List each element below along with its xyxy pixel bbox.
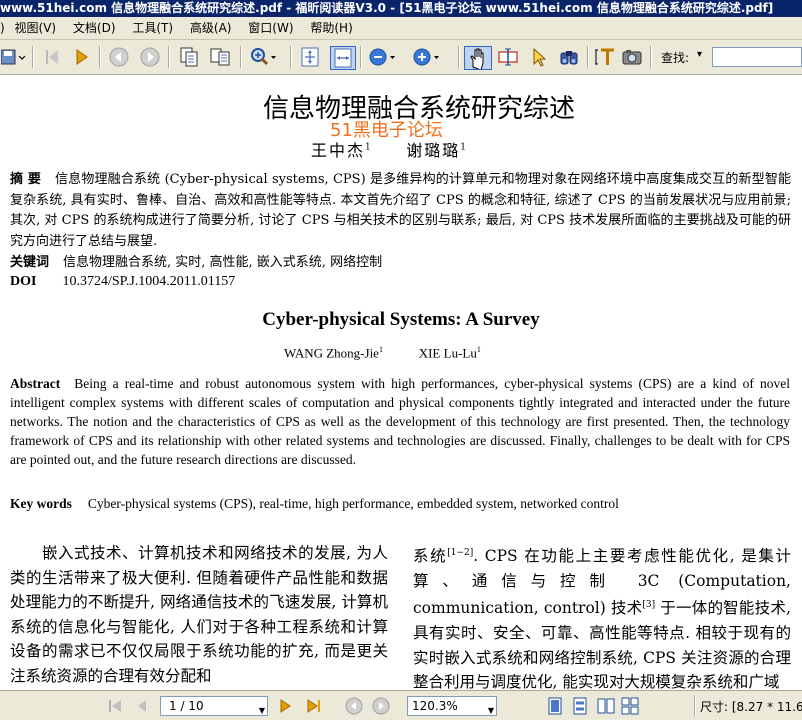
menu-item-advanced[interactable]: 高级(A) (190, 17, 232, 39)
menu-item-window[interactable]: 窗口(W) (248, 17, 293, 39)
zoom-out-icon[interactable] (367, 46, 397, 68)
menu-item-document[interactable]: 文档(D) (73, 17, 116, 39)
window-title-bar: www.51hei.com 信息物理融合系统研究综述.pdf - 福昕阅读器V3… (0, 0, 802, 17)
author-affiliation-mark: 1 (476, 345, 481, 354)
doi-line: DOI 10.3724/SP.J.1004.2011.01157 (10, 274, 235, 290)
facing-view-icon[interactable] (597, 697, 615, 715)
authors-cn: 王中杰1 谢璐璐1 (311, 137, 466, 161)
authors-en: WANG Zhong-Jie1 XIE Lu-Lu1 (284, 345, 481, 361)
menu-bar: ) 视图(V) 文档(D) 工具(T) 高级(A) 窗口(W) 帮助(H) (0, 17, 802, 40)
body-column-right: 系统[1−2]. CPS 在功能上主要考虑性能优化, 是集计算、通信与控制 3C… (413, 541, 791, 690)
back-icon[interactable] (345, 697, 363, 715)
save-icon[interactable] (0, 46, 28, 68)
snapshot-camera-icon[interactable] (620, 46, 644, 68)
menu-item-help[interactable]: 帮助(H) (310, 17, 352, 39)
abstract-en-text: Being a real-time and robust autonomous … (10, 376, 790, 467)
menu-item-view[interactable]: 视图(V) (15, 17, 57, 39)
author-name-en: WANG Zhong-Jie (284, 345, 379, 361)
toolbar-separator (360, 46, 362, 68)
status-bar: 1 / 10 ▼ 120.3% ▼ 尺寸: [8.27 * 11.6 (0, 690, 802, 720)
toolbar: 查找: ▾ (0, 40, 802, 75)
back-icon[interactable] (107, 46, 131, 68)
hand-tool-icon[interactable] (464, 46, 492, 70)
continuous-facing-view-icon[interactable] (621, 697, 639, 715)
page-copy-icon[interactable] (177, 46, 201, 68)
keywords-en-text: Cyber-physical systems (CPS), real-time,… (87, 496, 619, 511)
abstract-cn-label: 摘 要 (10, 172, 42, 187)
toolbar-separator (587, 46, 589, 68)
window-title: www.51hei.com 信息物理融合系统研究综述.pdf - 福昕阅读器V3… (0, 1, 774, 15)
page-number-field[interactable]: 1 / 10 ▼ (160, 696, 268, 716)
select-text-icon[interactable] (496, 46, 520, 68)
body-column-left: 嵌入式技术、计算机技术和网络技术的发展, 为人类的生活带来了极大便利. 但随着硬… (10, 544, 388, 685)
fit-width-icon[interactable] (330, 46, 356, 70)
citation-ref: [1−2] (447, 548, 474, 558)
toolbar-separator (458, 46, 460, 68)
keywords-cn-label: 关键词 (10, 255, 50, 270)
toolbar-separator (32, 46, 34, 68)
forward-icon[interactable] (372, 697, 390, 715)
fit-page-icon[interactable] (298, 46, 322, 68)
toolbar-separator (240, 46, 242, 68)
author-name-en: XIE Lu-Lu (418, 345, 477, 361)
toolbar-separator (650, 46, 652, 68)
search-label: 查找: (661, 51, 690, 65)
keywords-cn: 关键词 信息物理融合系统, 实时, 高性能, 嵌入式系统, 网络控制 (10, 251, 382, 270)
author-affiliation-mark: 1 (460, 142, 466, 153)
first-page-icon[interactable] (40, 46, 64, 68)
toolbar-separator (99, 46, 101, 68)
author-name: 王中杰 (311, 141, 366, 160)
page-number-value: 1 / 10 (169, 699, 204, 713)
citation-ref: [3] (642, 600, 656, 611)
single-page-view-icon[interactable] (546, 697, 564, 715)
zoom-in-icon[interactable] (411, 46, 441, 68)
keywords-en: Key words Cyber-physical systems (CPS), r… (10, 496, 619, 512)
typewriter-icon[interactable] (593, 46, 617, 68)
menu-edge-fragment: ) (0, 21, 5, 35)
paper-title-en: Cyber-physical Systems: A Survey (262, 309, 540, 330)
abstract-en: Abstract Being a real-time and robust aut… (10, 374, 790, 469)
abstract-en-label: Abstract (10, 376, 61, 391)
body-text: 系统 (413, 547, 448, 566)
toolbar-separator (290, 46, 292, 68)
abstract-cn: 摘 要信息物理融合系统 (Cyber-physical systems, CPS… (10, 170, 791, 252)
last-page-icon[interactable] (70, 46, 94, 68)
forward-icon[interactable] (138, 46, 162, 68)
search-input[interactable] (712, 47, 802, 67)
doi-value: 10.3724/SP.J.1004.2011.01157 (62, 274, 236, 289)
next-page-icon[interactable] (276, 697, 294, 715)
continuous-view-icon[interactable] (571, 697, 589, 715)
author-affiliation-mark: 1 (365, 142, 371, 153)
toolbar-separator (168, 46, 170, 68)
menu-item-tools[interactable]: 工具(T) (132, 17, 173, 39)
zoom-level-field[interactable]: 120.3% ▼ (407, 696, 497, 716)
keywords-cn-text: 信息物理融合系统, 实时, 高性能, 嵌入式系统, 网络控制 (63, 255, 383, 270)
find-binoculars-icon[interactable] (557, 46, 581, 68)
previous-page-icon[interactable] (133, 697, 151, 715)
chevron-down-icon[interactable]: ▼ (251, 702, 265, 720)
author-name: 谢璐璐 (406, 141, 461, 160)
page-size-readout: 尺寸: [8.27 * 11.6 (700, 700, 802, 714)
status-separator (694, 695, 696, 717)
zoom-level-value: 120.3% (412, 699, 458, 713)
abstract-cn-text: 信息物理融合系统 (Cyber-physical systems, CPS) 是… (10, 172, 791, 249)
doi-label: DOI (10, 274, 37, 289)
keywords-en-label: Key words (10, 496, 72, 511)
select-arrow-icon[interactable] (527, 46, 551, 68)
zoom-tool-icon[interactable] (248, 46, 278, 68)
document-view[interactable]: 信息物理融合系统研究综述 51黑电子论坛 王中杰1 谢璐璐1 摘 要信息物理融合… (0, 75, 802, 690)
search-options-arrow-icon[interactable]: ▾ (697, 49, 702, 60)
page-layout-icon[interactable] (208, 46, 232, 68)
author-affiliation-mark: 1 (378, 345, 383, 354)
first-page-icon[interactable] (106, 697, 124, 715)
chevron-down-icon[interactable]: ▼ (484, 702, 494, 720)
last-page-icon[interactable] (305, 697, 323, 715)
